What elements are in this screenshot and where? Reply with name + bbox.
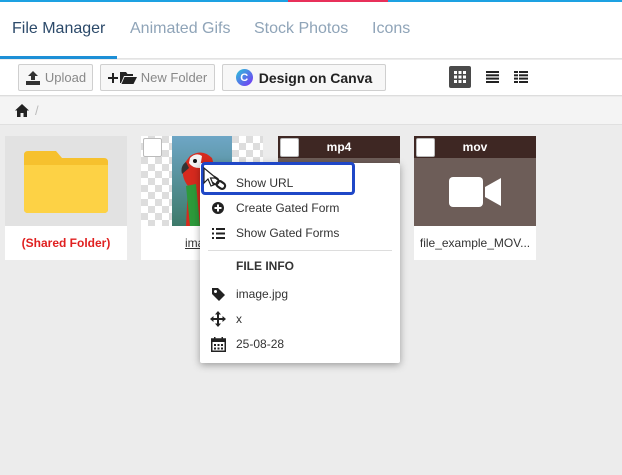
- menu-item-label: Show URL: [236, 176, 294, 190]
- tab-file-manager[interactable]: File Manager: [12, 20, 105, 38]
- file-select-checkbox[interactable]: [416, 138, 435, 157]
- file-context-menu: Show URL Create Gated Form Show Gated Fo…: [200, 163, 400, 363]
- home-icon[interactable]: [15, 104, 29, 117]
- upload-icon: [25, 70, 40, 85]
- file-info-value: 25-08-28: [236, 337, 285, 351]
- grid-view-icon: [454, 71, 466, 83]
- file-info-header: FILE INFO: [236, 259, 294, 273]
- file-name: file_example_MOV...: [419, 236, 531, 250]
- list-view-icon: [485, 71, 499, 83]
- canva-logo-icon: C: [235, 69, 253, 86]
- upload-label: Upload: [44, 70, 87, 85]
- menu-item-show-url[interactable]: Show URL: [200, 171, 400, 195]
- active-tab-indicator: [0, 56, 117, 59]
- detail-view-icon: [514, 71, 528, 83]
- new-folder-button[interactable]: New Folder: [100, 64, 215, 91]
- tag-icon: [209, 286, 227, 302]
- design-on-canva-button[interactable]: C Design on Canva: [222, 64, 386, 91]
- grid-view-button[interactable]: [449, 66, 471, 88]
- menu-divider: [208, 250, 392, 251]
- file-info-date: 25-08-28: [200, 332, 400, 356]
- list-icon: [209, 225, 227, 241]
- tab-icons[interactable]: Icons: [372, 20, 410, 38]
- folder-open-icon: [119, 72, 137, 84]
- dimensions-icon: [209, 311, 227, 327]
- plus-circle-icon: [209, 200, 227, 216]
- canva-label: Design on Canva: [258, 69, 373, 86]
- breadcrumb-separator: /: [35, 103, 39, 118]
- menu-item-label: Show Gated Forms: [236, 226, 340, 240]
- video-camera-icon: [449, 177, 501, 207]
- menu-item-show-gated-forms[interactable]: Show Gated Forms: [200, 221, 400, 245]
- breadcrumb: /: [0, 97, 622, 125]
- file-select-checkbox[interactable]: [143, 138, 162, 157]
- list-view-button[interactable]: [481, 66, 503, 88]
- calendar-icon: [209, 336, 227, 352]
- file-info-dimensions: x: [200, 307, 400, 331]
- video-thumbnail-body: [414, 158, 536, 226]
- tab-animated-gifs[interactable]: Animated Gifs: [130, 20, 230, 38]
- tab-stock-photos[interactable]: Stock Photos: [254, 20, 348, 38]
- file-name: (Shared Folder): [21, 236, 111, 250]
- file-card-shared-folder[interactable]: (Shared Folder): [5, 136, 127, 260]
- new-folder-label: New Folder: [140, 70, 208, 85]
- file-card-mov[interactable]: mov file_example_MOV...: [414, 136, 536, 260]
- folder-thumbnail: [5, 136, 127, 226]
- detail-view-button[interactable]: [510, 66, 532, 88]
- file-info-value: image.jpg: [236, 287, 289, 301]
- file-info-value: x: [236, 312, 242, 326]
- tab-bar: File Manager Animated Gifs Stock Photos …: [0, 2, 622, 59]
- plus-icon: [107, 72, 118, 83]
- folder-icon: [24, 151, 108, 213]
- mouse-cursor-icon: [203, 167, 217, 187]
- menu-item-label: Create Gated Form: [236, 201, 340, 215]
- upload-button[interactable]: Upload: [18, 64, 93, 91]
- file-select-checkbox[interactable]: [280, 138, 299, 157]
- menu-item-create-gated-form[interactable]: Create Gated Form: [200, 196, 400, 220]
- file-info-name: image.jpg: [200, 282, 400, 306]
